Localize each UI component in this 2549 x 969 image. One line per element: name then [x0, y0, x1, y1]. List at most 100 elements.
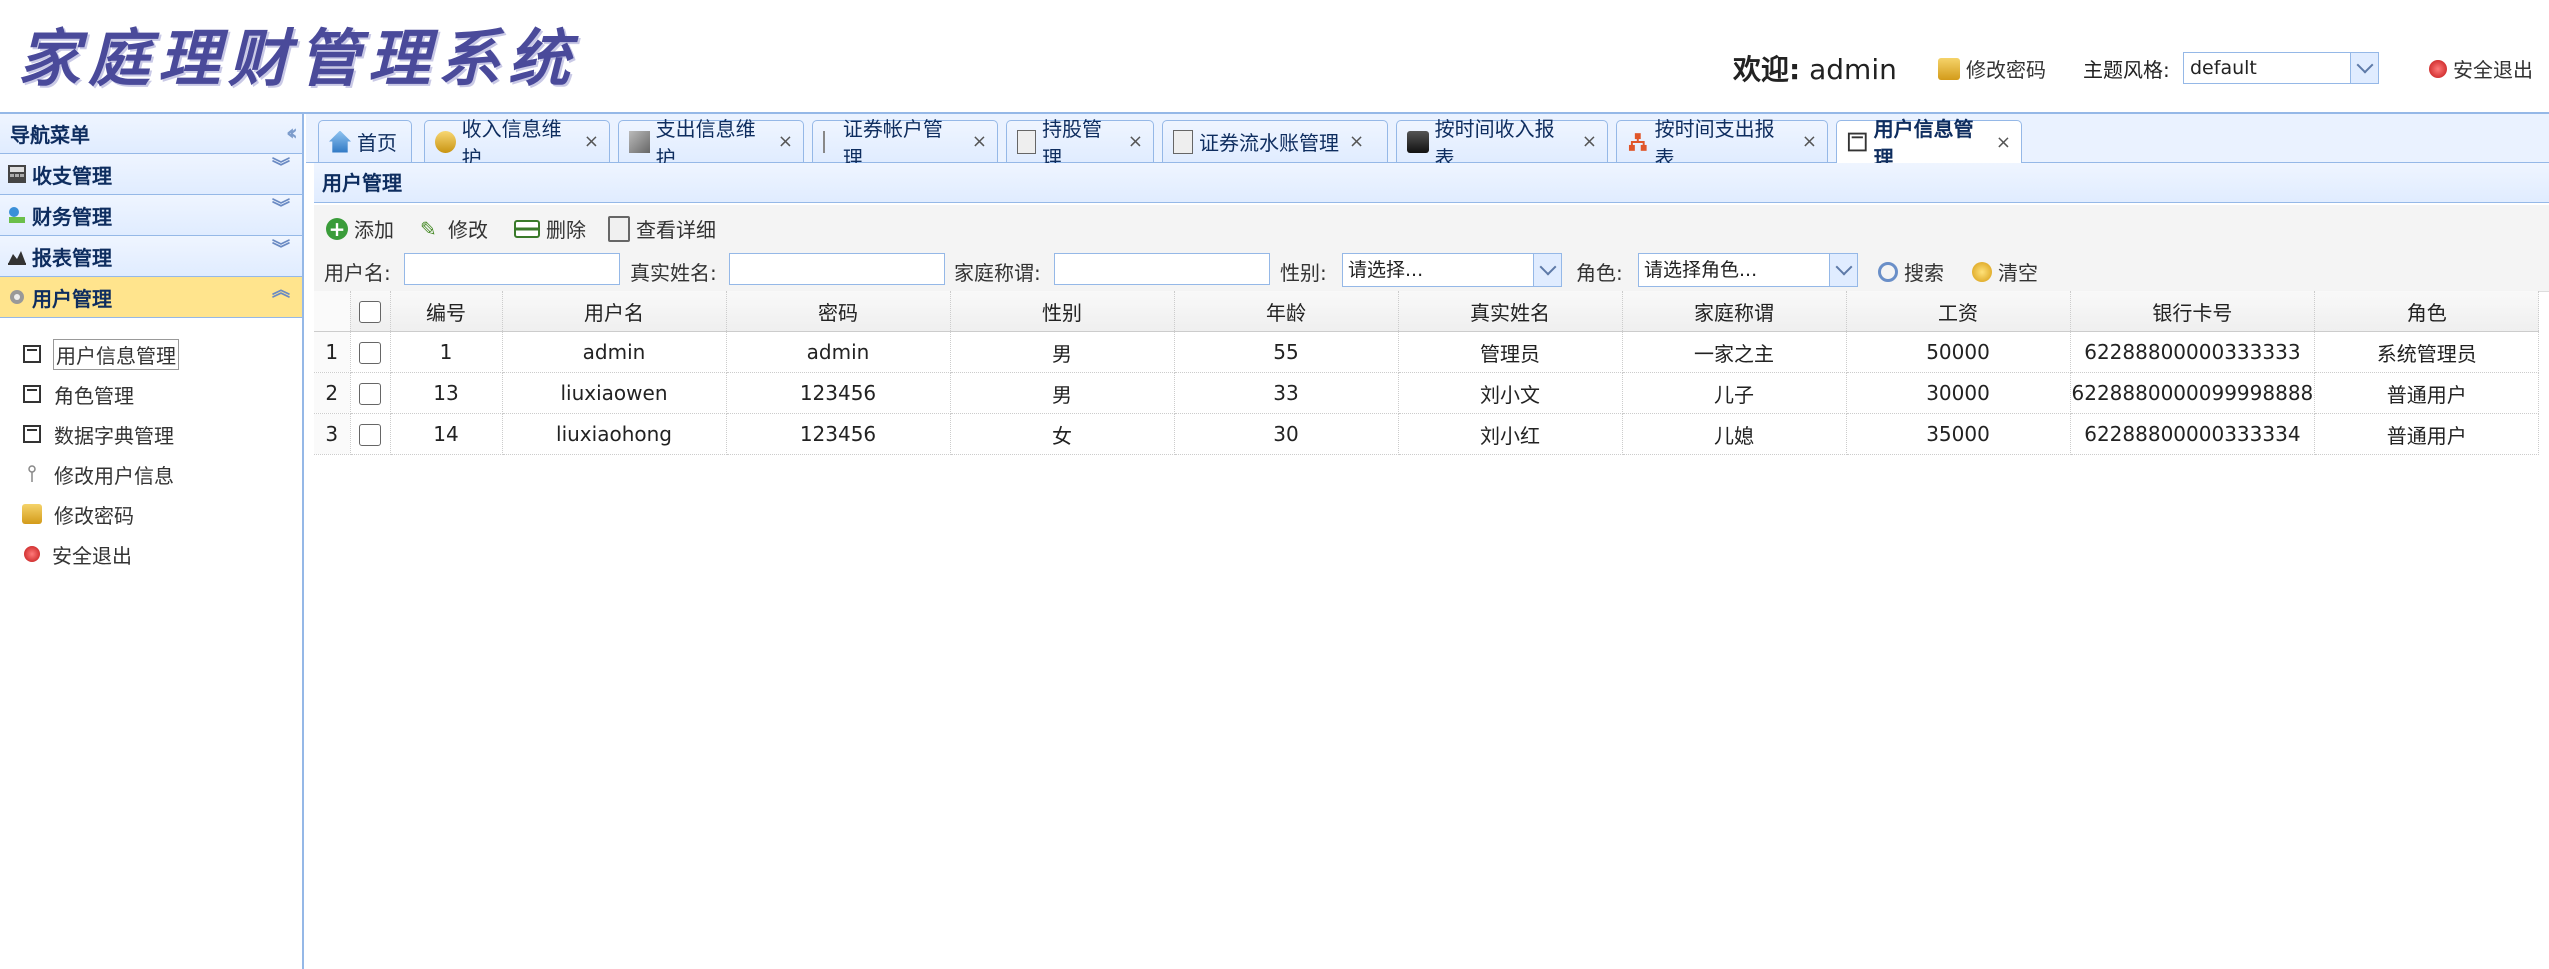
sidebar-item-user-info[interactable]: 用户信息管理 — [22, 334, 302, 374]
sidebar-item-dictionary[interactable]: 数据字典管理 — [22, 414, 302, 454]
cell-role: 普通用户 — [2314, 413, 2540, 455]
org-chart-icon — [1628, 132, 1647, 151]
document-icon — [1017, 129, 1037, 154]
table-row[interactable]: 3 14 liuxiaohong 123456 女 30 刘小红 儿媳 3500… — [314, 413, 2540, 455]
header: 家庭理财管理系统 欢迎: admin 修改密码 主题风格: default 安全… — [0, 0, 2549, 114]
sidebar-item-logout[interactable]: 安全退出 — [22, 534, 302, 574]
form-icon — [23, 345, 41, 363]
column-header[interactable]: 编号 — [390, 291, 503, 332]
table-row[interactable]: 1 1 admin admin 男 55 管理员 一家之主 50000 6228… — [314, 331, 2540, 373]
coins-icon — [435, 130, 456, 153]
column-header[interactable]: 性别 — [950, 291, 1175, 332]
tab-income-report[interactable]: 按时间收入报表 × — [1396, 117, 1608, 170]
chevron-down-icon[interactable] — [1533, 254, 1561, 286]
close-icon[interactable]: × — [584, 131, 599, 152]
tab-expense-report[interactable]: 按时间支出报表 × — [1616, 117, 1828, 170]
column-header[interactable]: 角色 — [2314, 291, 2540, 332]
tab-holdings[interactable]: 持股管理 × — [1006, 117, 1154, 170]
delete-button[interactable]: 删除 — [514, 214, 586, 243]
role-select[interactable]: 请选择角色... — [1638, 253, 1858, 287]
add-icon: + — [326, 217, 348, 240]
cell-username: liuxiaowen — [502, 372, 727, 414]
header-logout-link[interactable]: 安全退出 — [2429, 54, 2533, 83]
row-checkbox[interactable] — [359, 342, 381, 365]
add-button[interactable]: + 添加 — [326, 214, 394, 243]
cell-salary: 50000 — [1846, 331, 2071, 373]
menu-item-label: 安全退出 — [52, 543, 132, 568]
edit-button[interactable]: ✎ 修改 — [420, 214, 488, 243]
edit-label: 修改 — [448, 218, 488, 242]
tab-label: 按时间收入报表 — [1434, 116, 1555, 170]
close-icon[interactable]: × — [778, 131, 793, 152]
row-checkbox[interactable] — [359, 424, 381, 447]
sidebar-item-change-password[interactable]: 修改密码 — [22, 494, 302, 534]
close-icon[interactable]: × — [1128, 131, 1143, 152]
tab-label: 按时间支出报表 — [1654, 116, 1775, 170]
collapse-sidebar-icon[interactable]: ‹‹ — [286, 121, 298, 146]
cell-salary: 35000 — [1846, 413, 2071, 455]
calculator-icon — [8, 165, 26, 183]
gender-label: 性别: — [1280, 261, 1327, 285]
close-icon[interactable]: × — [1582, 131, 1597, 152]
column-header[interactable]: 家庭称谓 — [1622, 291, 1847, 332]
key-icon — [823, 130, 837, 153]
header-change-password-link[interactable]: 修改密码 — [1938, 54, 2046, 83]
tab-label: 持股管理 — [1042, 116, 1103, 170]
cell-id: 1 — [390, 331, 503, 373]
column-header[interactable]: 银行卡号 — [2070, 291, 2316, 332]
close-icon[interactable]: × — [1996, 132, 2011, 153]
column-header[interactable]: 密码 — [726, 291, 951, 332]
chevron-down-icon[interactable] — [2350, 53, 2378, 83]
cell-role: 普通用户 — [2314, 372, 2540, 414]
current-username: admin — [1809, 53, 1897, 86]
username-input[interactable] — [404, 253, 620, 285]
column-header[interactable]: 真实姓名 — [1398, 291, 1623, 332]
menu-item-label: 角色管理 — [54, 383, 134, 408]
form-icon — [23, 385, 41, 403]
role-select-value: 请选择角色... — [1644, 259, 1758, 281]
tab-expense[interactable]: 支出信息维护 × — [618, 117, 804, 170]
cell-family-title: 一家之主 — [1622, 331, 1847, 373]
cell-bank-card: 62288800000333333 — [2070, 331, 2316, 373]
search-button[interactable]: 搜索 — [1878, 257, 1944, 286]
change-password-label: 修改密码 — [1966, 58, 2046, 82]
column-header[interactable]: 年龄 — [1174, 291, 1399, 332]
section-finance[interactable]: 财务管理 ︾ — [0, 195, 302, 236]
realname-input[interactable] — [729, 253, 945, 285]
clear-button[interactable]: 清空 — [1972, 257, 2038, 286]
column-header[interactable]: 工资 — [1846, 291, 2071, 332]
close-icon[interactable]: × — [1349, 131, 1364, 152]
section-income-expense[interactable]: 收支管理 ︾ — [0, 154, 302, 195]
row-checkbox[interactable] — [359, 383, 381, 406]
close-icon[interactable]: × — [972, 131, 987, 152]
tab-user-info[interactable]: 用户信息管理 × — [1836, 117, 2022, 170]
cell-realname: 管理员 — [1398, 331, 1623, 373]
close-icon[interactable]: × — [1802, 131, 1817, 152]
tab-securities-account[interactable]: 证券帐户管理 × — [812, 117, 998, 170]
tab-home[interactable]: 首页 — [318, 120, 412, 162]
panel-title: 用户管理 — [314, 163, 2549, 203]
theme-select[interactable]: default — [2183, 52, 2379, 84]
sidebar-item-roles[interactable]: 角色管理 — [22, 374, 302, 414]
tab-securities-ledger[interactable]: 证券流水账管理 × — [1162, 120, 1388, 162]
clear-icon — [1972, 261, 1992, 282]
section-reports[interactable]: 报表管理 ︾ — [0, 236, 302, 277]
tab-label: 收入信息维护 — [461, 116, 562, 170]
table-row[interactable]: 2 13 liuxiaowen 123456 男 33 刘小文 儿子 30000… — [314, 372, 2540, 414]
column-header[interactable]: 用户名 — [502, 291, 727, 332]
chevron-down-icon[interactable] — [1829, 254, 1857, 286]
cell-username: liuxiaohong — [502, 413, 727, 455]
tab-income[interactable]: 收入信息维护 × — [424, 117, 610, 170]
cell-age: 30 — [1174, 413, 1399, 455]
cell-password: 123456 — [726, 413, 951, 455]
section-users[interactable]: 用户管理 ︽ — [0, 277, 302, 318]
expand-icon: ︾ — [272, 198, 290, 219]
family-title-input[interactable] — [1054, 253, 1270, 285]
view-detail-button[interactable]: 查看详细 — [608, 214, 716, 243]
table-header-row: 编号 用户名 密码 性别 年龄 真实姓名 家庭称谓 工资 银行卡号 角色 — [314, 291, 2540, 332]
sidebar-item-edit-user[interactable]: 修改用户信息 — [22, 454, 302, 494]
cell-family-title: 儿媳 — [1622, 413, 1847, 455]
gender-select[interactable]: 请选择... — [1342, 253, 1562, 287]
cell-password: 123456 — [726, 372, 951, 414]
select-all-checkbox[interactable] — [359, 301, 381, 324]
